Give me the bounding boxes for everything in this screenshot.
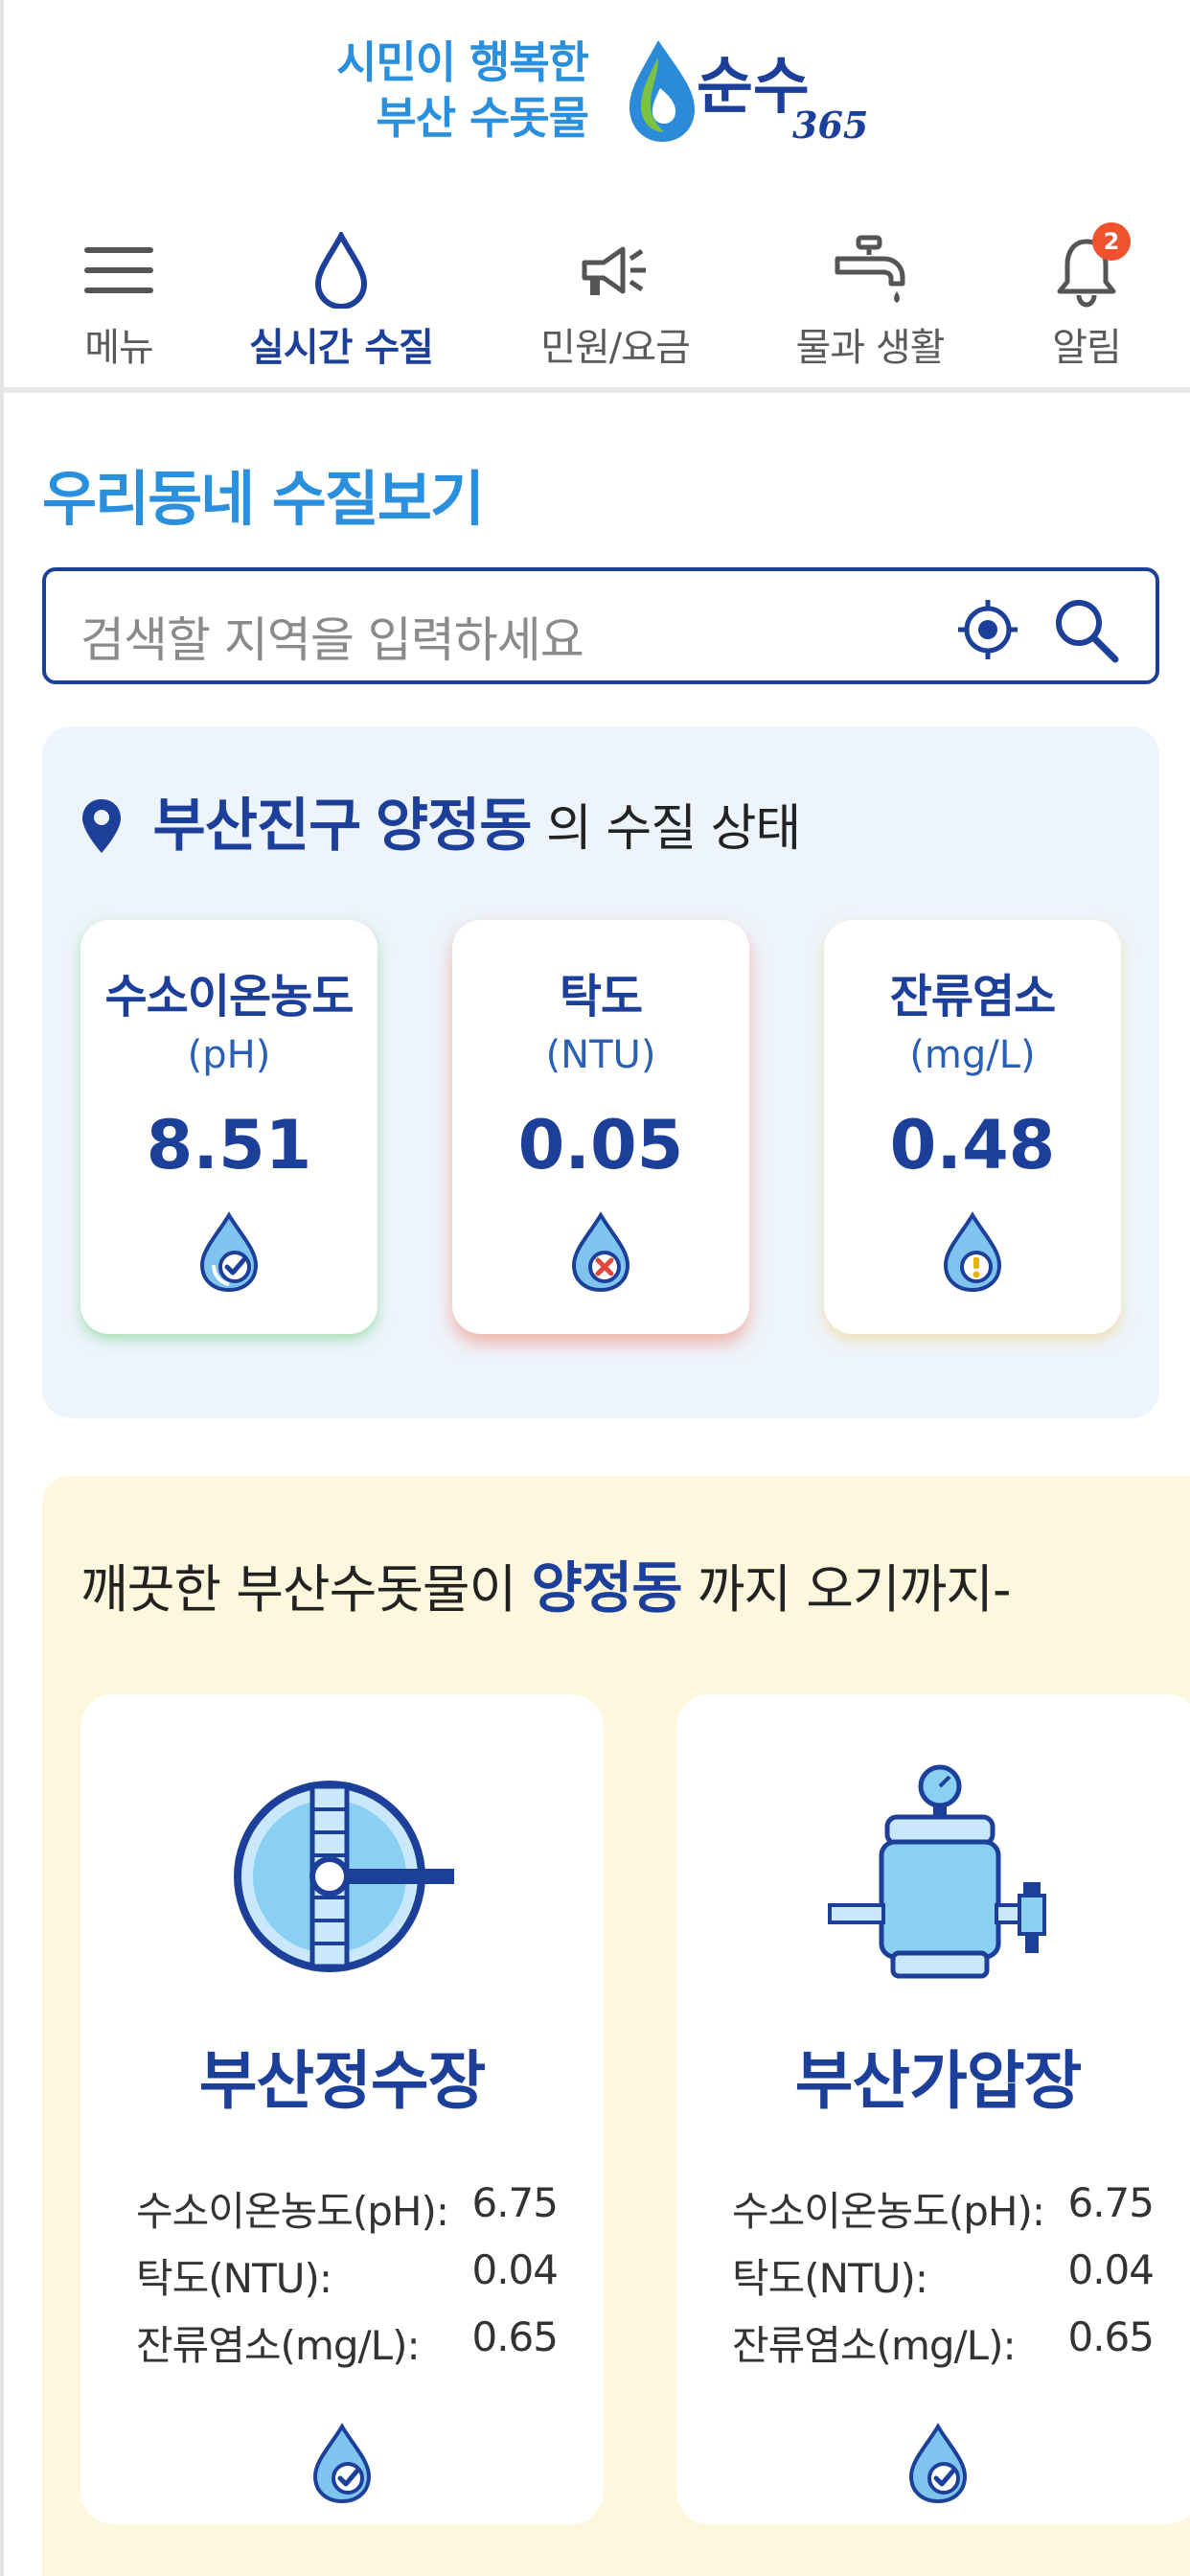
status-heading: 부산진구 양정동 의 수질 상태 (80, 779, 801, 862)
nav-label-notifications: 알림 (1052, 326, 1122, 370)
brand-header: 시민이 행복한 부산 수돗물 순수 365 (4, 0, 1190, 192)
purification-plant-icon (224, 1761, 464, 1991)
row-label: 잔류염소(mg/L): (136, 2322, 421, 2369)
path-dong: 양정동 (531, 1555, 682, 1621)
plant-row-turbidity: 탁도(NTU): 0.04 (732, 2246, 1155, 2305)
path-suffix: 까지 오기까지- (697, 1559, 1012, 1620)
logo[interactable]: 순수 365 (622, 29, 900, 153)
water-path-panel: 깨끗한 부산수돗물이 양정동 까지 오기까지- 부산정수장 수소이온농도(pH)… (42, 1476, 1190, 2576)
search-bar[interactable]: 검색할 지역을 입력하세요 (42, 567, 1159, 684)
metric-title: 수소이온농도 (104, 970, 355, 1024)
row-label: 잔류염소(mg/L): (732, 2322, 1017, 2369)
nav-water-life[interactable]: 물과 생활 (774, 220, 966, 383)
menu-icon (80, 232, 157, 309)
path-prefix: 깨끗한 부산수돗물이 (80, 1559, 516, 1620)
metric-value: 8.51 (146, 1106, 312, 1184)
water-drop-icon (303, 229, 379, 310)
nav-menu[interactable]: 메뉴 (23, 220, 215, 383)
metric-title: 잔류염소 (889, 970, 1057, 1024)
plant-card-purification[interactable]: 부산정수장 수소이온농도(pH): 6.75 탁도(NTU): 0.04 잔류염… (80, 1694, 604, 2524)
metric-unit: (NTU) (545, 1033, 656, 1077)
logo-number: 365 (792, 104, 868, 147)
slogan-line1: 시민이 행복한 (336, 36, 589, 88)
nav-realtime-quality[interactable]: 실시간 수질 (245, 220, 437, 383)
slogan-line2: 부산 수돗물 (376, 92, 589, 144)
search-icon[interactable] (1052, 596, 1119, 663)
location-pin-icon (80, 797, 123, 855)
nav-label-realtime: 실시간 수질 (249, 326, 434, 370)
row-value: 0.65 (1067, 2313, 1155, 2360)
plant-row-turbidity: 탁도(NTU): 0.04 (136, 2246, 559, 2305)
nav-label-water-life: 물과 생활 (795, 326, 946, 370)
drop-x-icon (566, 1211, 635, 1294)
megaphone-icon (577, 232, 653, 309)
row-value: 0.04 (1067, 2246, 1155, 2293)
bell-icon: 2 (1048, 222, 1131, 309)
nav-label-menu: 메뉴 (84, 326, 154, 370)
nav-notifications[interactable]: 2 알림 (991, 220, 1182, 383)
drop-check-icon (195, 1211, 263, 1294)
plant-row-ph: 수소이온농도(pH): 6.75 (136, 2179, 559, 2238)
plant-row-chlorine: 잔류염소(mg/L): 0.65 (732, 2313, 1155, 2372)
current-location-icon[interactable] (956, 598, 1019, 661)
drop-check-icon (904, 2423, 973, 2505)
nav-complaints-fees[interactable]: 민원/요금 (519, 220, 711, 383)
section-title: 우리동네 수질보기 (42, 464, 485, 534)
status-suffix: 의 수질 상태 (546, 800, 801, 858)
drop-check-icon (308, 2423, 377, 2505)
row-value: 0.04 (471, 2246, 559, 2293)
app-screen: 시민이 행복한 부산 수돗물 순수 365 메뉴 실시간 수질 민원/요금 물과… (0, 0, 1190, 2576)
dong-name: 양정동 (375, 793, 533, 860)
plant-row-chlorine: 잔류염소(mg/L): 0.65 (136, 2313, 559, 2372)
metric-unit: (pH) (187, 1033, 271, 1077)
top-nav: 메뉴 실시간 수질 민원/요금 물과 생활 2 알림 (4, 201, 1190, 393)
quality-status-panel: 부산진구 양정동 의 수질 상태 수소이온농도 (pH) 8.51 탁도 (NT… (42, 726, 1159, 1418)
metric-value: 0.48 (889, 1106, 1056, 1184)
row-label: 탁도(NTU): (136, 2255, 332, 2302)
drop-warning-icon (938, 1211, 1007, 1294)
nav-label-complaints: 민원/요금 (540, 326, 691, 370)
plant-row-ph: 수소이온농도(pH): 6.75 (732, 2179, 1155, 2238)
row-label: 수소이온농도(pH): (732, 2188, 1045, 2235)
row-value: 6.75 (1067, 2179, 1155, 2226)
row-value: 6.75 (471, 2179, 559, 2226)
pressurization-station-icon (820, 1761, 1060, 1991)
metric-card-ph[interactable]: 수소이온농도 (pH) 8.51 (80, 920, 378, 1334)
plant-name: 부산가압장 (794, 2044, 1083, 2118)
search-input[interactable]: 검색할 지역을 입력하세요 (80, 602, 584, 671)
faucet-icon (832, 232, 908, 309)
row-label: 탁도(NTU): (732, 2255, 928, 2302)
notification-badge: 2 (1092, 222, 1131, 261)
metric-unit: (mg/L) (909, 1033, 1036, 1077)
plant-name: 부산정수장 (198, 2044, 487, 2118)
slogan: 시민이 행복한 부산 수돗물 (310, 34, 589, 146)
district-name: 부산진구 (152, 793, 362, 860)
metric-card-chlorine[interactable]: 잔류염소 (mg/L) 0.48 (824, 920, 1121, 1334)
plant-card-pressurization[interactable]: 부산가압장 수소이온농도(pH): 6.75 탁도(NTU): 0.04 잔류염… (676, 1694, 1190, 2524)
metric-title: 탁도 (559, 970, 643, 1024)
metric-card-turbidity[interactable]: 탁도 (NTU) 0.05 (452, 920, 749, 1334)
path-heading: 깨끗한 부산수돗물이 양정동 까지 오기까지- (80, 1543, 1012, 1623)
metric-value: 0.05 (517, 1106, 684, 1184)
row-label: 수소이온농도(pH): (136, 2188, 449, 2235)
row-value: 0.65 (471, 2313, 559, 2360)
